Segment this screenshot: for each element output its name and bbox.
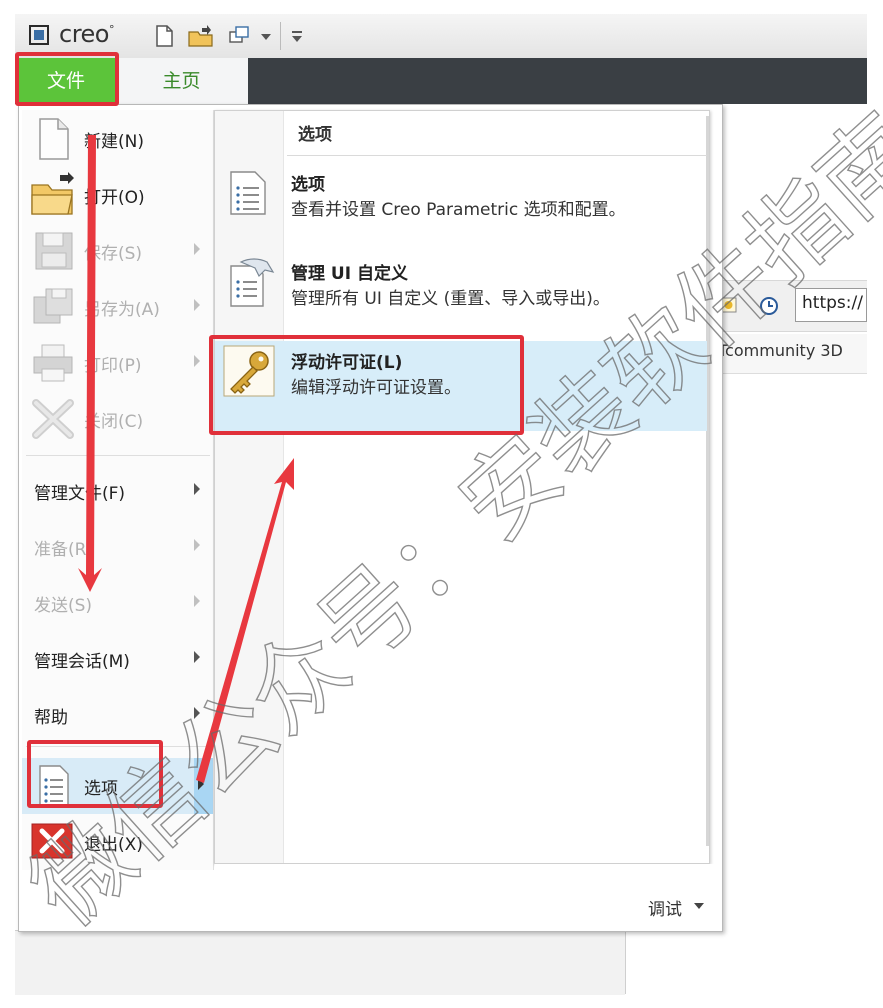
- window-switch-icon[interactable]: [227, 24, 253, 48]
- new-file-icon[interactable]: [153, 24, 175, 48]
- menu-item-label: 准备(R): [34, 540, 94, 560]
- customize-toolbar-icon[interactable]: [289, 24, 305, 48]
- menu-item-save[interactable]: 保存(S): [22, 223, 213, 279]
- debug-dropdown[interactable]: 调试: [648, 895, 682, 920]
- menu-item-label: 打印(P): [84, 356, 142, 376]
- app-logo-text: creo°: [59, 20, 114, 48]
- submenu-header-divider: [287, 155, 707, 156]
- submenu-arrow-icon: [194, 707, 200, 719]
- menu-item-prepare[interactable]: 准备(R): [22, 519, 213, 575]
- browser-tab-title[interactable]: Tcommunity 3D: [712, 334, 867, 374]
- menu-item-close[interactable]: 关闭(C): [22, 391, 213, 447]
- open-folder-icon: [30, 171, 76, 219]
- menu-item-label: 关闭(C): [84, 412, 144, 432]
- menu-separator: [26, 455, 210, 456]
- menu-item-label: 另存为(A): [84, 300, 160, 320]
- save-disk-icon: [30, 227, 76, 275]
- chevron-down-icon[interactable]: [259, 24, 273, 48]
- submenu-item-description: 查看并设置 Creo Parametric 选项和配置。: [291, 200, 626, 220]
- submenu-arrow-icon: [198, 778, 204, 790]
- creo-logo-icon: [29, 25, 49, 45]
- menu-item-label: 退出(X): [84, 835, 143, 855]
- submenu-arrow-icon: [194, 483, 200, 495]
- submenu-arrow-icon: [194, 539, 200, 551]
- submenu-item-description: 管理所有 UI 自定义 (重置、导入或导出)。: [291, 289, 610, 309]
- open-folder-icon[interactable]: [187, 24, 215, 48]
- tab-home[interactable]: 主页: [115, 58, 248, 104]
- annotation-box-file-tab: [15, 52, 119, 106]
- menu-item-label: 新建(N): [84, 132, 144, 152]
- menu-item-print[interactable]: 打印(P): [22, 335, 213, 391]
- submenu-arrow-icon: [194, 595, 200, 607]
- menu-item-save-as[interactable]: 另存为(A): [22, 279, 213, 335]
- submenu-header: 选项: [298, 125, 332, 145]
- exit-red-x-icon: [30, 818, 76, 866]
- menu-item-send[interactable]: 发送(S): [22, 575, 213, 631]
- submenu-arrow-icon: [194, 299, 200, 311]
- menu-item-manage-file[interactable]: 管理文件(F): [22, 463, 213, 519]
- menu-item-label: 发送(S): [34, 596, 93, 616]
- menu-item-help[interactable]: 帮助: [22, 687, 213, 743]
- options-list-icon: [227, 168, 271, 218]
- history-clock-icon[interactable]: [758, 295, 780, 317]
- menu-item-new[interactable]: 新建(N): [22, 111, 213, 167]
- submenu-item-title: 管理 UI 自定义: [291, 264, 408, 284]
- menu-item-label: 帮助: [34, 708, 68, 728]
- url-input[interactable]: https://: [795, 288, 867, 322]
- submenu-arrow-icon: [194, 243, 200, 255]
- menu-item-label: 保存(S): [84, 244, 143, 264]
- new-document-icon: [30, 115, 76, 163]
- menu-item-label: 打开(O): [84, 188, 145, 208]
- save-as-icon: [30, 283, 76, 331]
- title-bar: creo°: [15, 14, 867, 59]
- toolbar-divider: [280, 22, 281, 50]
- submenu-arrow-icon: [194, 651, 200, 663]
- background-panel: [15, 930, 625, 995]
- menu-item-manage-session[interactable]: 管理会话(M): [22, 631, 213, 687]
- menu-item-exit[interactable]: 退出(X): [22, 814, 213, 870]
- ui-customize-icon: [225, 256, 275, 310]
- menu-item-open[interactable]: 打开(O): [22, 167, 213, 223]
- menu-item-label: 管理会话(M): [34, 652, 130, 672]
- file-menu-footer: [215, 864, 721, 930]
- close-x-icon: [30, 395, 76, 443]
- menu-item-label: 管理文件(F): [34, 484, 126, 504]
- submenu-item-title: 选项: [291, 175, 325, 195]
- printer-icon: [30, 339, 76, 387]
- submenu-arrow-icon: [194, 355, 200, 367]
- annotation-box-options: [27, 740, 163, 808]
- annotation-box-floating-license: [209, 335, 524, 435]
- chevron-down-icon[interactable]: [694, 903, 704, 909]
